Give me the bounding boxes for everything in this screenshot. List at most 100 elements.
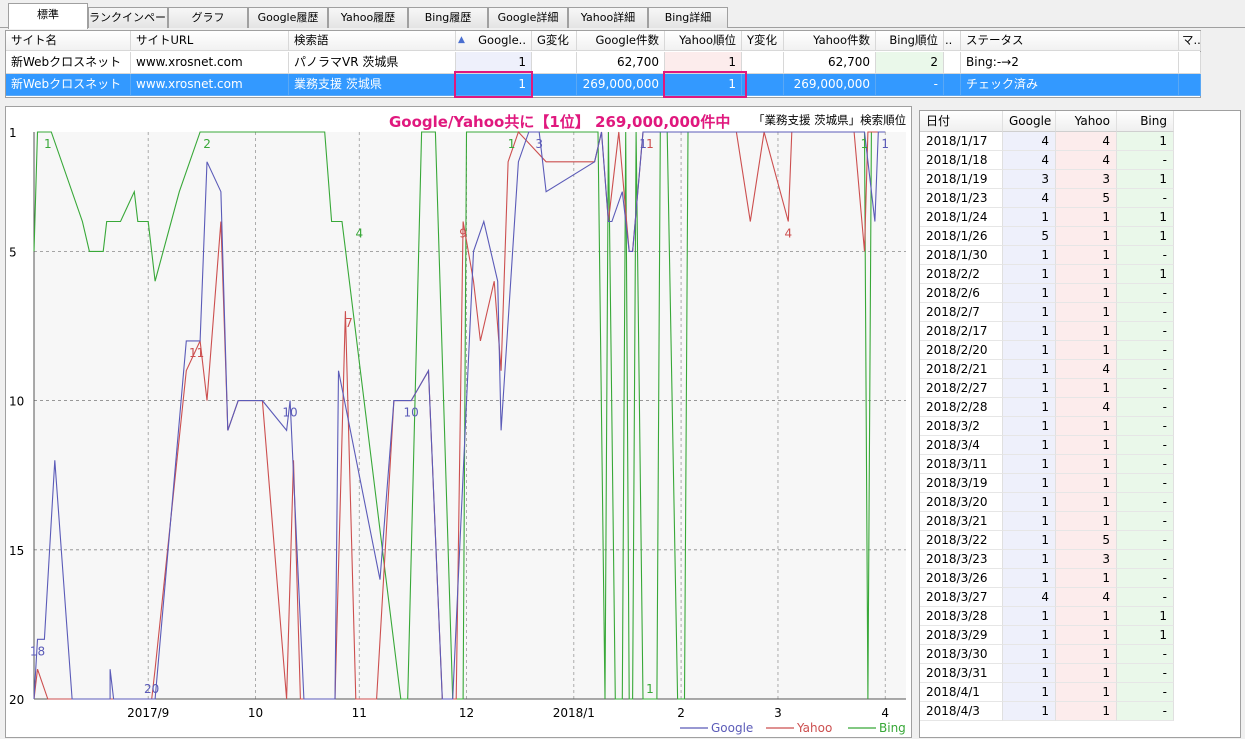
history-row[interactable]: 2018/3/19 1 1- [920,474,1240,493]
col-bing-change[interactable]: .. [944,31,961,51]
col-status[interactable]: ステータス [961,31,1179,51]
grid-header: サイト名 サイトURL 検索語 ▲ Google.. G変化 Google件数 … [6,31,1202,53]
history-row[interactable]: 2018/2/7 1 1- [920,303,1240,322]
col-yahoo-count[interactable]: Yahoo件数 [784,31,876,51]
table-row[interactable]: 新Webクロスネット www.xrosnet.com パノラマVR 茨城県 1 … [6,52,1202,74]
plot-area [34,132,906,699]
history-row[interactable]: 2018/2/28 1 4- [920,398,1240,417]
cell-memo [1179,52,1201,74]
cell-yahoo: 1 [1056,246,1117,265]
history-row[interactable]: 2018/4/3 1 1- [920,702,1240,721]
cell-google: 1 [1003,455,1056,474]
col-site-name[interactable]: サイト名 [6,31,131,51]
history-row[interactable]: 2018/2/17 1 1- [920,322,1240,341]
history-row[interactable]: 2018/2/2 1 1 1 [920,265,1240,284]
tab-yahoo-detail[interactable]: Yahoo詳細 [568,7,648,28]
cell-date: 2018/3/11 [920,455,1003,474]
cell-google: 1 [1003,303,1056,322]
history-row[interactable]: 2018/1/19 3 3 1 [920,170,1240,189]
cell-yahoo: 4 [1056,132,1117,151]
col-yahoo[interactable]: Yahoo [1056,111,1117,132]
history-row[interactable]: 2018/1/23 4 5- [920,189,1240,208]
cell-date: 2018/2/20 [920,341,1003,360]
cell-date: 2018/3/30 [920,645,1003,664]
col-memo[interactable]: マ.. [1179,31,1201,51]
cell-keyword: パノラマVR 茨城県 [289,52,456,74]
cell-google-count: 269,000,000 [577,74,665,96]
cell-yahoo: 1 [1056,512,1117,531]
cell-google: 5 [1003,227,1056,246]
data-label-yahoo: 7 [345,316,353,330]
history-row[interactable]: 2018/2/27 1 1- [920,379,1240,398]
cell-bing: - [1117,284,1174,303]
col-date[interactable]: 日付 [920,111,1003,132]
history-row[interactable]: 2018/4/1 1 1- [920,683,1240,702]
history-row[interactable]: 2018/3/4 1 1- [920,436,1240,455]
tab-yahoo-history[interactable]: Yahoo履歴 [328,7,408,28]
history-row[interactable]: 2018/1/30 1 1- [920,246,1240,265]
col-bing-rank[interactable]: Bing順位 [876,31,944,51]
cell-yahoo: 1 [1056,208,1117,227]
cell-date: 2018/1/24 [920,208,1003,227]
tab-graph[interactable]: グラフ [168,7,248,28]
col-keyword[interactable]: 検索語 [289,31,456,51]
tab-rank-in-page[interactable]: ランクインページ [88,7,168,28]
cell-google: 1 [1003,360,1056,379]
x-tick-label: 4 [881,706,889,720]
cell-google: 1 [1003,683,1056,702]
history-row[interactable]: 2018/2/21 1 4- [920,360,1240,379]
data-label-google: 10 [282,406,297,420]
cell-yahoo-count: 269,000,000 [784,74,876,96]
cell-google: 1 [1003,341,1056,360]
tab-bing-history[interactable]: Bing履歴 [408,7,488,28]
history-row[interactable]: 2018/1/17 4 4 1 [920,132,1240,151]
cell-date: 2018/3/2 [920,417,1003,436]
col-google-count[interactable]: Google件数 [577,31,665,51]
history-row[interactable]: 2018/1/26 5 1 1 [920,227,1240,246]
col-google-rank[interactable]: Google.. [470,31,532,51]
col-site-url[interactable]: サイトURL [131,31,289,51]
cell-bing-change [944,52,961,74]
data-label-google: 10 [404,406,419,420]
data-label-yahoo: 9 [459,227,467,241]
col-yahoo-rank[interactable]: Yahoo順位 [665,31,742,51]
history-row[interactable]: 2018/3/30 1 1- [920,645,1240,664]
cell-date: 2018/2/7 [920,303,1003,322]
tab-standard[interactable]: 標準 [8,3,88,29]
history-row[interactable]: 2018/3/31 1 1- [920,664,1240,683]
cell-bing: - [1117,379,1174,398]
tab-google-detail[interactable]: Google詳細 [488,7,568,28]
history-row[interactable]: 2018/3/20 1 1- [920,493,1240,512]
history-row[interactable]: 2018/3/28 1 1 1 [920,607,1240,626]
cell-google: 1 [1003,436,1056,455]
col-google-change[interactable]: G変化 [532,31,577,51]
history-row[interactable]: 2018/3/26 1 1- [920,569,1240,588]
history-row[interactable]: 2018/3/23 1 3- [920,550,1240,569]
history-row[interactable]: 2018/3/22 1 5- [920,531,1240,550]
cell-bing: 1 [1117,626,1174,645]
history-row[interactable]: 2018/1/18 4 4- [920,151,1240,170]
cell-bing: - [1117,455,1174,474]
cell-yahoo: 1 [1056,683,1117,702]
col-yahoo-change[interactable]: Y変化 [742,31,784,51]
tab-google-history[interactable]: Google履歴 [248,7,328,28]
cell-date: 2018/3/23 [920,550,1003,569]
tab-bing-detail[interactable]: Bing詳細 [648,7,728,28]
col-bing[interactable]: Bing [1117,111,1174,132]
table-row-selected[interactable]: 新Webクロスネット www.xrosnet.com 業務支援 茨城県 1 26… [6,74,1202,96]
history-row[interactable]: 2018/1/24 1 1 1 [920,208,1240,227]
history-row[interactable]: 2018/2/6 1 1- [920,284,1240,303]
google-rank-highlight [454,71,533,98]
cell-google: 3 [1003,170,1056,189]
history-row[interactable]: 2018/3/11 1 1- [920,455,1240,474]
yahoo-rank-highlight [663,71,747,98]
col-google[interactable]: Google [1003,111,1056,132]
cell-google: 1 [1003,284,1056,303]
cell-date: 2018/2/21 [920,360,1003,379]
history-row[interactable]: 2018/3/2 1 1- [920,417,1240,436]
history-row[interactable]: 2018/2/20 1 1- [920,341,1240,360]
cell-bing: - [1117,550,1174,569]
history-row[interactable]: 2018/3/27 4 4- [920,588,1240,607]
history-row[interactable]: 2018/3/21 1 1- [920,512,1240,531]
history-row[interactable]: 2018/3/29 1 1 1 [920,626,1240,645]
